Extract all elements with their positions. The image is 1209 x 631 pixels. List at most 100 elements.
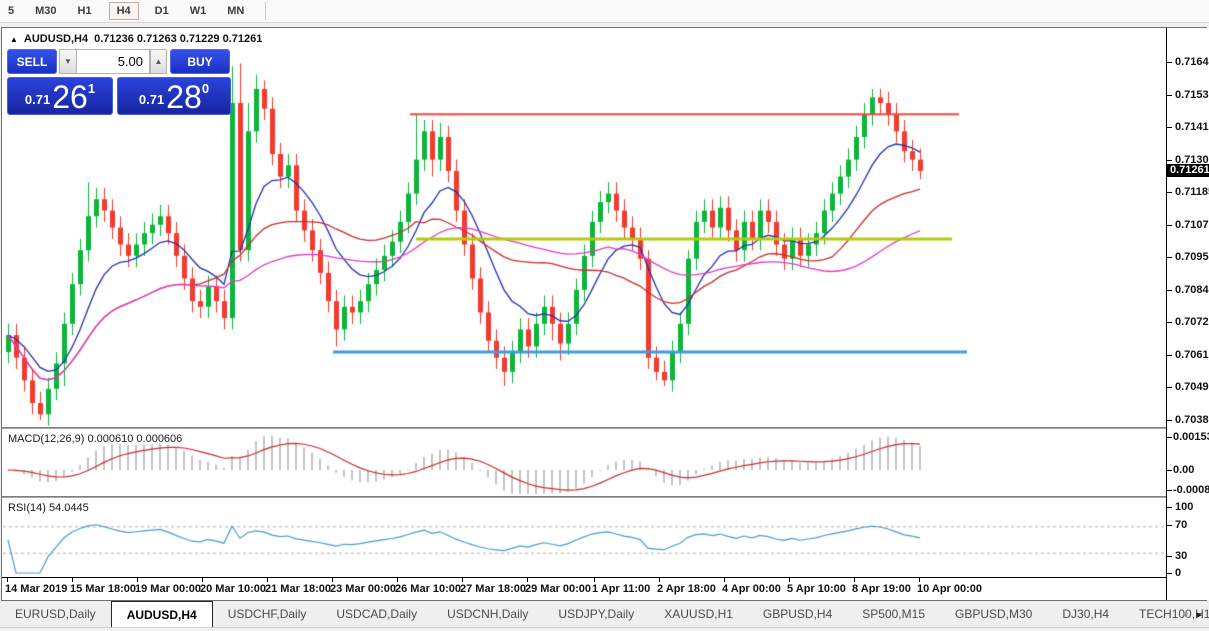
time-axis-tick bbox=[332, 578, 333, 582]
chart-tab-gbpusd-h4[interactable]: GBPUSD,H4 bbox=[748, 601, 847, 627]
price-axis-label: 0.71185 bbox=[1175, 186, 1209, 198]
chart-tab-eurusd-daily[interactable]: EURUSD,Daily bbox=[0, 601, 111, 627]
macd-indicator-label: MACD(12,26,9) 0.000610 0.000606 bbox=[8, 433, 182, 445]
time-axis-label: 14 Mar 2019 bbox=[5, 583, 67, 595]
price-axis-tick bbox=[1167, 95, 1172, 96]
price-axis-label: 0.70725 bbox=[1175, 316, 1209, 328]
sell-price-display[interactable]: 0.71 26 1 bbox=[7, 77, 113, 115]
price-axis-tick bbox=[1167, 62, 1172, 63]
sell-price-point: 1 bbox=[88, 81, 95, 96]
macd-axis-label: 0.001538 bbox=[1173, 431, 1209, 443]
macd-axis-tick bbox=[1167, 490, 1172, 491]
time-axis-label: 4 Apr 00:00 bbox=[722, 583, 781, 595]
macd-axis-tick bbox=[1167, 437, 1172, 438]
time-axis-label: 5 Apr 10:00 bbox=[787, 583, 846, 595]
timeframe-button-5[interactable]: 5 bbox=[4, 3, 18, 19]
chart-tab-usdcad-daily[interactable]: USDCAD,Daily bbox=[321, 601, 432, 627]
price-axis-tick bbox=[1167, 127, 1172, 128]
collapse-panel-icon[interactable]: ▲ bbox=[10, 35, 18, 44]
volume-decrease-icon[interactable]: ▼ bbox=[59, 49, 76, 74]
price-axis-label: 0.71070 bbox=[1175, 219, 1209, 231]
price-axis-tick bbox=[1167, 160, 1172, 161]
sell-price-pips: 26 bbox=[52, 82, 88, 112]
price-axis-label: 0.70840 bbox=[1175, 284, 1209, 296]
price-axis-label: 0.71645 bbox=[1175, 56, 1209, 68]
chart-tab-gbpusd-m30[interactable]: GBPUSD,M30 bbox=[940, 601, 1047, 627]
macd-axis-label: -0.000835 bbox=[1173, 484, 1209, 496]
macd-axis-label: 0.00 bbox=[1173, 464, 1194, 476]
one-click-trading-panel: SELL ▼ ▲ BUY 0.71 26 1 0.71 28 0 bbox=[7, 49, 233, 115]
buy-price-prefix: 0.71 bbox=[139, 92, 164, 107]
rsi-axis-label: 100 bbox=[1175, 501, 1193, 513]
timeframe-button-d1[interactable]: D1 bbox=[151, 3, 173, 19]
time-axis-tick bbox=[789, 578, 790, 582]
price-axis-label: 0.70495 bbox=[1175, 381, 1209, 393]
chart-symbol-period: AUDUSD,H4 bbox=[24, 33, 88, 45]
price-axis-label: 0.70610 bbox=[1175, 349, 1209, 361]
time-axis-label: 8 Apr 19:00 bbox=[852, 583, 911, 595]
time-axis-label: 15 Mar 18:00 bbox=[70, 583, 136, 595]
time-axis-tick bbox=[527, 578, 528, 582]
time-axis-label: 20 Mar 10:00 bbox=[200, 583, 266, 595]
time-axis-label: 23 Mar 00:00 bbox=[330, 583, 396, 595]
price-axis-label: 0.71415 bbox=[1175, 121, 1209, 133]
sell-button[interactable]: SELL bbox=[7, 49, 57, 74]
timeframe-button-m30[interactable]: M30 bbox=[31, 3, 60, 19]
timeframe-button-h4[interactable]: H4 bbox=[109, 2, 139, 20]
pane-separator[interactable] bbox=[2, 496, 1207, 498]
time-axis-tick bbox=[7, 578, 8, 582]
buy-price-display[interactable]: 0.71 28 0 bbox=[117, 77, 231, 115]
time-axis-tick bbox=[854, 578, 855, 582]
buy-button[interactable]: BUY bbox=[170, 49, 230, 74]
price-axis[interactable]: 0.716450.715300.714150.713000.711850.710… bbox=[1167, 28, 1209, 600]
price-axis-label: 0.70955 bbox=[1175, 251, 1209, 263]
price-axis-label: 0.71530 bbox=[1175, 89, 1209, 101]
time-axis-label: 21 Mar 18:00 bbox=[265, 583, 331, 595]
price-axis-tick bbox=[1167, 420, 1172, 421]
rsi-axis-tick bbox=[1167, 556, 1172, 557]
time-axis-tick bbox=[267, 578, 268, 582]
rsi-axis-label: 30 bbox=[1175, 550, 1187, 562]
rsi-axis-tick bbox=[1167, 507, 1172, 508]
current-price-tag: 0.71261 bbox=[1167, 164, 1209, 177]
tab-scroll-left-icon[interactable]: ◂ bbox=[1182, 608, 1188, 621]
rsi-pane[interactable] bbox=[3, 499, 1167, 577]
time-axis-label: 26 Mar 10:00 bbox=[395, 583, 461, 595]
price-axis-tick bbox=[1167, 192, 1172, 193]
rsi-axis-label: 0 bbox=[1175, 567, 1181, 579]
chart-ohlc-values: 0.71236 0.71263 0.71229 0.71261 bbox=[94, 33, 262, 45]
chart-tab-usdchf-daily[interactable]: USDCHF,Daily bbox=[213, 601, 322, 627]
time-axis-label: 10 Apr 00:00 bbox=[917, 583, 982, 595]
time-axis[interactable]: 14 Mar 201915 Mar 18:0019 Mar 00:0020 Ma… bbox=[3, 578, 1166, 600]
price-axis-label: 0.70380 bbox=[1175, 414, 1209, 426]
chart-title: ▲ AUDUSD,H4 0.71236 0.71263 0.71229 0.71… bbox=[10, 33, 262, 45]
timeframe-button-h1[interactable]: H1 bbox=[74, 3, 96, 19]
chart-tab-usdcnh-daily[interactable]: USDCNH,Daily bbox=[432, 601, 543, 627]
price-axis-tick bbox=[1167, 257, 1172, 258]
volume-input[interactable] bbox=[76, 49, 150, 74]
time-axis-tick bbox=[659, 578, 660, 582]
volume-increase-icon[interactable]: ▲ bbox=[150, 49, 167, 74]
chart-tab-sp500-m15[interactable]: SP500,M15 bbox=[847, 601, 940, 627]
price-axis-tick bbox=[1167, 290, 1172, 291]
timeframe-button-w1[interactable]: W1 bbox=[186, 3, 211, 19]
chart-tab-usdjpy-daily[interactable]: USDJPY,Daily bbox=[543, 601, 649, 627]
chart-tab-xauusd-h1[interactable]: XAUUSD,H1 bbox=[649, 601, 748, 627]
toolbar-separator bbox=[265, 2, 266, 20]
price-axis-tick bbox=[1167, 355, 1172, 356]
timeframe-toolbar: 5 M30 H1 H4 D1 W1 MN bbox=[0, 0, 1209, 23]
time-axis-tick bbox=[202, 578, 203, 582]
time-axis-label: 1 Apr 11:00 bbox=[592, 583, 650, 595]
chart-tab-dj30-h4[interactable]: DJ30,H4 bbox=[1047, 601, 1124, 627]
pane-separator[interactable] bbox=[2, 427, 1207, 429]
status-strip bbox=[0, 627, 1209, 631]
rsi-indicator-label: RSI(14) 54.0445 bbox=[8, 502, 89, 514]
time-axis-tick bbox=[462, 578, 463, 582]
terminal-screen: 5 M30 H1 H4 D1 W1 MN ▲ AUDUSD,H4 0.71236 0.712… bbox=[0, 0, 1209, 631]
tab-scroll-right-icon[interactable]: ▸ bbox=[1196, 608, 1202, 621]
chart-tab-audusd-h4[interactable]: AUDUSD,H4 bbox=[111, 601, 213, 627]
rsi-axis-tick bbox=[1167, 525, 1172, 526]
buy-price-point: 0 bbox=[202, 81, 209, 96]
timeframe-button-mn[interactable]: MN bbox=[223, 3, 248, 19]
rsi-axis-label: 70 bbox=[1175, 519, 1187, 531]
